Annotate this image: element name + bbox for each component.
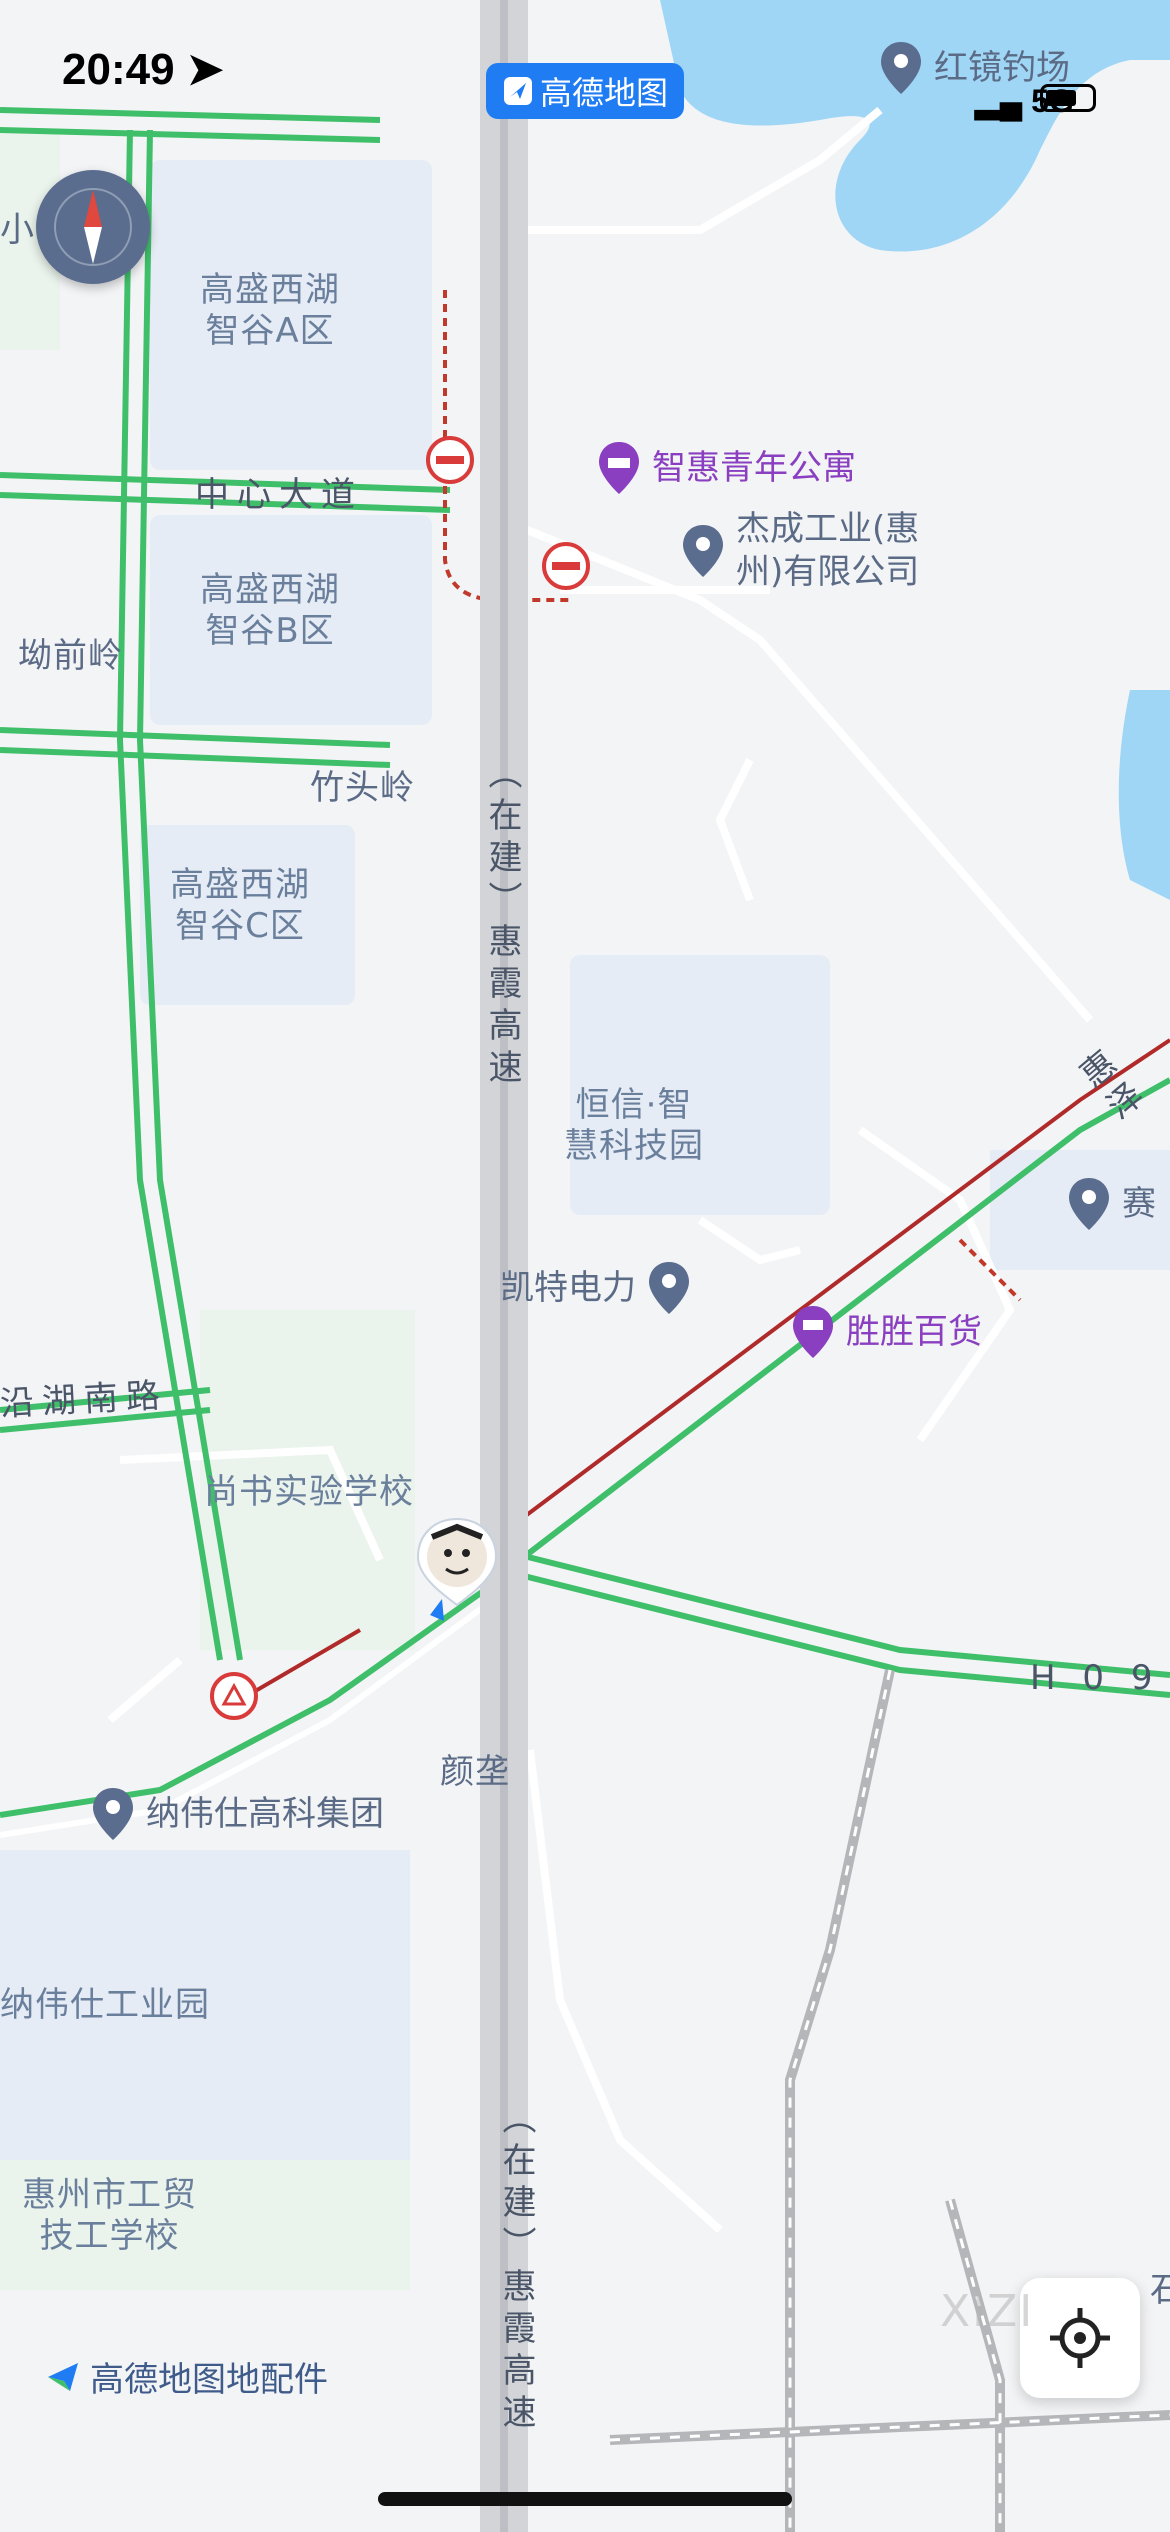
battery-icon [1040, 84, 1096, 112]
area-label-c: 高盛西湖 智谷C区 [170, 865, 310, 946]
place-label-yanken: 颜垄 [440, 1752, 510, 1792]
road-label-h0: H 0 9 [1030, 1658, 1161, 1698]
poi-label: 智惠青年公寓 [652, 447, 856, 488]
app-badge[interactable]: 高德地图 [486, 63, 684, 119]
area-label-a: 高盛西湖 智谷A区 [200, 270, 340, 351]
poi-jiecheng[interactable]: 杰成工业(惠 州)有限公司 [680, 508, 919, 593]
poi-zhihui[interactable]: 智惠青年公寓 [596, 440, 856, 496]
poi-label: 赛 [1122, 1183, 1156, 1224]
compass-icon [54, 188, 132, 266]
locate-me-button[interactable] [1020, 2278, 1140, 2398]
place-label-zhutouling: 竹头岭 [310, 768, 415, 808]
place-label-aoqianling: 坳前岭 [18, 636, 123, 676]
location-pin-icon [93, 1788, 133, 1840]
poi-kaite[interactable]: 凯特电力 [500, 1260, 692, 1316]
signal-bars-icon: ▂▄ [975, 83, 1023, 119]
no-entry-sign-icon [426, 436, 474, 484]
road-label-highway-bottom: （在建）惠霞高速 [496, 2100, 536, 2436]
poi-naweishi[interactable]: 纳伟仕高科集团 [90, 1786, 384, 1842]
no-entry-sign-icon [542, 542, 590, 590]
attribution-label: 高德地图地配件 [90, 2360, 328, 2400]
amap-logo-icon [48, 2362, 78, 2391]
area-label-naweishi-park: 纳伟仕工业园 [0, 1985, 210, 2025]
poi-sai[interactable]: 赛 [1066, 1176, 1156, 1232]
user-location-marker[interactable] [412, 1515, 502, 1625]
status-time: 20:49 ➤ [62, 45, 224, 94]
app-badge-label: 高德地图 [539, 74, 668, 112]
area-label-shangshu: 尚书实验学校 [204, 1472, 414, 1512]
location-arrow-icon: ➤ [186, 45, 224, 94]
poi-label: 凯特电力 [500, 1267, 636, 1308]
place-label-right-edge: 石 [1150, 2270, 1170, 2310]
home-indicator[interactable] [378, 2492, 792, 2506]
road-label-highway-top: （在建）惠霞高速 [482, 755, 522, 1091]
status-bar: 20:49 ➤ 高德地图 ▂▄ 5G [0, 30, 1170, 120]
poi-shengsheng[interactable]: 胜胜百货 [790, 1304, 982, 1360]
watermark: XIZI [940, 2286, 1035, 2337]
area-label-tech-school: 惠州市工贸 技工学校 [22, 2175, 197, 2256]
area-label-hengxin: 恒信·智 慧科技园 [564, 1085, 704, 1166]
road-label-zhongxin: 中心大道 [195, 475, 363, 515]
location-pin-icon [1069, 1178, 1109, 1230]
crosshair-icon [1050, 2308, 1110, 2368]
location-pin-icon [683, 524, 723, 577]
construction-sign-icon [210, 1672, 258, 1720]
location-pin-icon [649, 1262, 689, 1314]
hotel-icon [599, 442, 639, 494]
poi-label: 纳伟仕高科集团 [146, 1793, 384, 1834]
map-attribution: 高德地图地配件 [44, 2352, 328, 2401]
amap-logo-icon [503, 77, 532, 105]
shopping-cart-icon [793, 1306, 833, 1358]
compass-button[interactable] [36, 170, 150, 284]
poi-label: 杰成工业(惠 州)有限公司 [736, 509, 920, 592]
area-label-b: 高盛西湖 智谷B区 [200, 570, 340, 651]
poi-label: 胜胜百货 [846, 1311, 982, 1352]
